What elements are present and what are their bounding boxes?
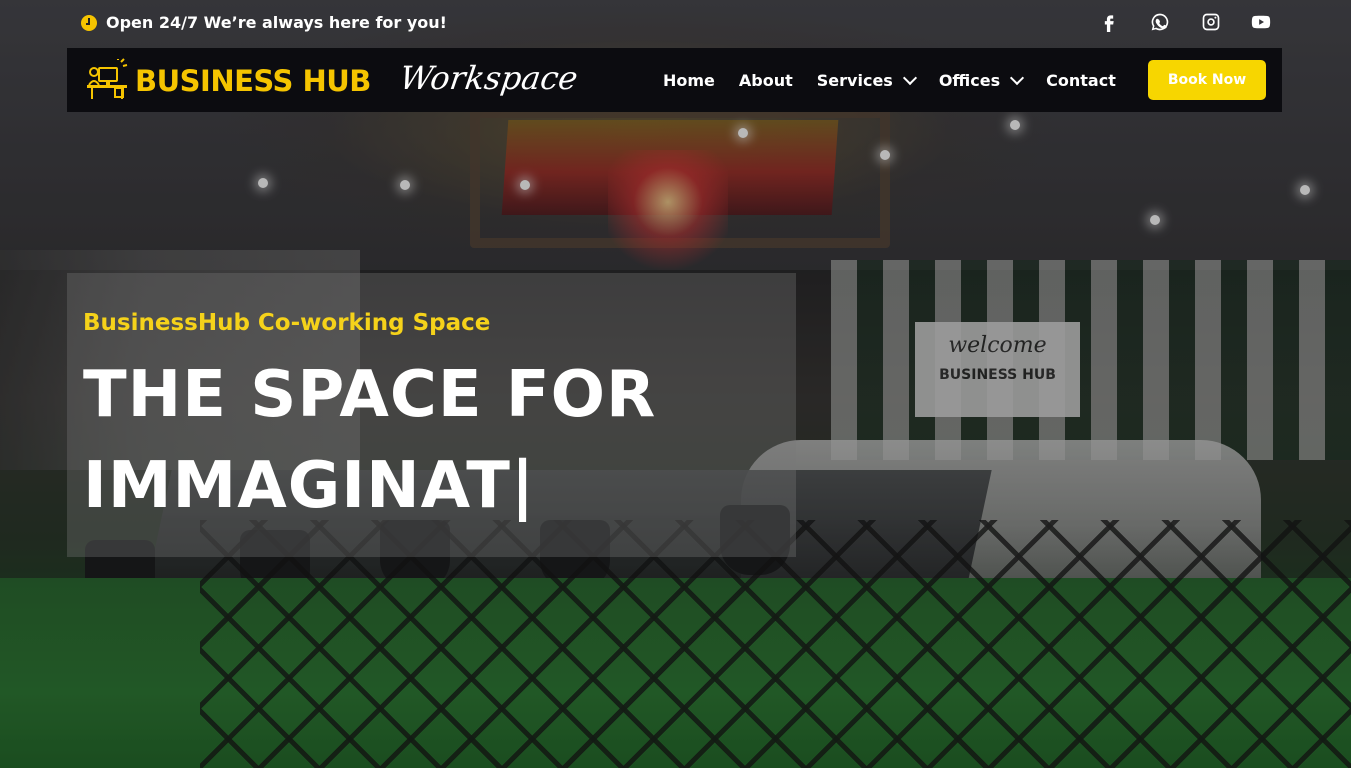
youtube-icon[interactable] (1250, 11, 1272, 33)
book-now-button[interactable]: Book Now (1148, 60, 1266, 100)
hours-info: Open 24/7 We’re always here for you! (81, 13, 447, 32)
nav-home-label: Home (663, 70, 715, 90)
nav-offices[interactable]: Offices (938, 70, 1025, 90)
nav-home[interactable]: Home (663, 71, 715, 90)
hero-subtitle: BusinessHub Co-working Space (83, 310, 491, 336)
chevron-down-icon (1010, 70, 1025, 85)
nav-contact-label: Contact (1046, 70, 1116, 90)
chevron-down-icon (902, 70, 917, 85)
brand-logo[interactable]: BUSINESS HUB (85, 58, 371, 104)
whatsapp-icon[interactable] (1149, 11, 1171, 33)
nav-offices-label: Offices (938, 70, 1001, 90)
desk-icon (85, 58, 129, 104)
nav-services-label: Services (816, 70, 893, 90)
clock-icon (81, 14, 97, 31)
brand-name: BUSINESS HUB (135, 64, 371, 98)
nav-menu: Home About Services Offices Contact (663, 48, 1140, 112)
facebook-icon[interactable] (1098, 11, 1120, 33)
nav-services[interactable]: Services (816, 70, 917, 90)
nav-about[interactable]: About (739, 71, 793, 90)
top-bar: Open 24/7 We’re always here for you! (0, 0, 1351, 48)
hero-title: THE SPACE FOR IMMAGINAT| (83, 358, 657, 523)
brand-tagline: Workspace (397, 59, 581, 97)
instagram-icon[interactable] (1200, 11, 1222, 33)
hours-text: Open 24/7 We’re always here for you! (106, 13, 447, 32)
nav-about-label: About (738, 70, 793, 90)
nav-contact[interactable]: Contact (1046, 71, 1116, 90)
main-navbar: BUSINESS HUB Workspace Home About Servic… (67, 48, 1282, 112)
